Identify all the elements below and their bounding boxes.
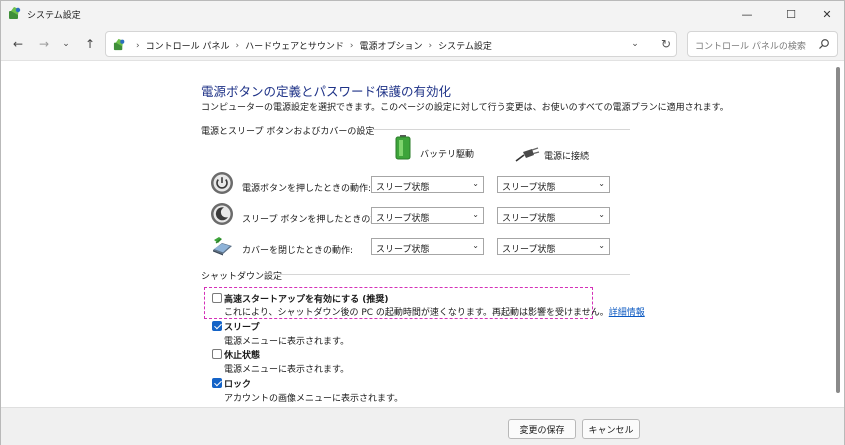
chevron-down-icon: ⌄: [598, 179, 605, 188]
search-input[interactable]: コントロール パネルの検索: [687, 31, 838, 57]
breadcrumb-separator[interactable]: ›: [235, 41, 239, 51]
chevron-down-icon: ⌄: [598, 241, 605, 250]
chevron-down-icon: ⌄: [472, 179, 479, 188]
power-icon: [211, 172, 233, 194]
power-button-battery-select[interactable]: スリープ状態 ⌄: [371, 176, 484, 193]
shutdown-section-heading: シャットダウン設定: [201, 272, 283, 282]
navigation-bar: ← → ⌄ ↑ › コントロール パネル › ハードウェアとサウンド › 電源オ…: [1, 27, 844, 61]
battery-icon: [395, 134, 411, 159]
breadcrumb-power-options[interactable]: 電源オプション: [360, 39, 423, 52]
footer-bar: 変更の保存 キャンセル: [1, 407, 844, 445]
select-value: スリープ状態: [502, 183, 556, 193]
sleep-button-plugged-select[interactable]: スリープ状態 ⌄: [497, 207, 610, 224]
breadcrumb: › コントロール パネル › ハードウェアとサウンド › 電源オプション › シ…: [130, 39, 492, 53]
lock-checkbox[interactable]: [212, 378, 222, 388]
fast-startup-desc-text: これにより、シャットダウン後の PC の起動時間が速くなります。再起動は影響を受…: [224, 308, 609, 318]
hibernate-option-description: 電源メニューに表示されます。: [224, 365, 350, 375]
select-value: スリープ状態: [502, 214, 556, 224]
chevron-down-icon: ⌄: [598, 210, 605, 219]
title-bar: システム設定 — ☐ ✕: [1, 1, 844, 27]
laptop-lid-icon: [213, 237, 232, 256]
sleep-option-description: 電源メニューに表示されます。: [224, 337, 350, 347]
power-button-action-label: 電源ボタンを押したときの動作:: [242, 184, 372, 194]
learn-more-link[interactable]: 詳細情報: [609, 308, 645, 318]
minimize-button[interactable]: —: [728, 1, 766, 27]
lid-close-battery-select[interactable]: スリープ状態 ⌄: [371, 238, 484, 255]
power-plug-icon: [515, 147, 540, 162]
breadcrumb-control-panel[interactable]: コントロール パネル: [146, 39, 230, 52]
sleep-icon: [211, 203, 233, 225]
select-value: スリープ状態: [502, 245, 556, 255]
control-panel-icon: [113, 38, 125, 51]
page-description: コンピューターの電源設定を選択できます。このページの設定に対して行う変更は、お使…: [201, 103, 729, 113]
save-changes-button[interactable]: 変更の保存: [508, 419, 576, 439]
fast-startup-description: これにより、シャットダウン後の PC の起動時間が速くなります。再起動は影響を受…: [224, 305, 645, 318]
lid-close-plugged-select[interactable]: スリープ状態 ⌄: [497, 238, 610, 255]
address-dropdown-icon[interactable]: ⌄: [628, 37, 642, 51]
vertical-scrollbar[interactable]: [836, 67, 840, 393]
plugged-in-column-label: 電源に接続: [544, 151, 590, 162]
refresh-icon[interactable]: ↻: [658, 36, 674, 52]
hibernate-checkbox[interactable]: [212, 349, 222, 359]
forward-button[interactable]: →: [35, 35, 53, 53]
battery-column-label: バッテリ駆動: [420, 150, 475, 160]
fast-startup-label[interactable]: 高速スタートアップを有効にする (推奨): [224, 292, 388, 305]
sleep-option-label[interactable]: スリープ: [224, 320, 259, 333]
up-button[interactable]: ↑: [81, 35, 99, 53]
power-buttons-section-heading: 電源とスリープ ボタンおよびカバーの設定: [201, 127, 375, 137]
lid-close-action-label: カバーを閉じたときの動作:: [242, 246, 354, 256]
page-title: 電源ボタンの定義とパスワード保護の有効化: [201, 84, 452, 99]
breadcrumb-hardware-sound[interactable]: ハードウェアとサウンド: [245, 39, 344, 52]
cancel-button[interactable]: キャンセル: [582, 419, 640, 439]
back-button[interactable]: ←: [9, 35, 27, 53]
window-title: システム設定: [27, 11, 81, 21]
search-placeholder: コントロール パネルの検索: [695, 42, 806, 52]
breadcrumb-system-settings[interactable]: システム設定: [438, 39, 492, 52]
control-panel-icon: [9, 7, 21, 19]
power-button-plugged-select[interactable]: スリープ状態 ⌄: [497, 176, 610, 193]
select-value: スリープ状態: [376, 214, 430, 224]
breadcrumb-separator[interactable]: ›: [350, 41, 354, 51]
search-icon[interactable]: [818, 38, 830, 50]
section-divider: [372, 129, 630, 130]
plugged-in-column-header: 電源に接続: [514, 147, 589, 163]
chevron-down-icon: ⌄: [472, 241, 479, 250]
select-value: スリープ状態: [376, 183, 430, 193]
chevron-down-icon: ⌄: [472, 210, 479, 219]
close-button[interactable]: ✕: [808, 1, 845, 27]
breadcrumb-separator[interactable]: ›: [429, 41, 433, 51]
sleep-checkbox[interactable]: [212, 321, 222, 331]
section-divider: [263, 274, 630, 275]
address-bar[interactable]: › コントロール パネル › ハードウェアとサウンド › 電源オプション › シ…: [105, 31, 677, 57]
lock-option-description: アカウントの画像メニューに表示されます。: [224, 394, 404, 404]
system-settings-window: システム設定 — ☐ ✕ ← → ⌄ ↑ › コントロール パネル › ハードウ…: [0, 0, 845, 445]
lock-option-label[interactable]: ロック: [224, 377, 251, 390]
content-area: [1, 62, 844, 406]
recent-locations-button[interactable]: ⌄: [57, 35, 75, 53]
maximize-button[interactable]: ☐: [772, 1, 810, 27]
breadcrumb-separator: ›: [136, 40, 140, 51]
fast-startup-checkbox[interactable]: [212, 293, 222, 303]
sleep-button-battery-select[interactable]: スリープ状態 ⌄: [371, 207, 484, 224]
select-value: スリープ状態: [376, 245, 430, 255]
battery-column-header: バッテリ駆動: [394, 134, 475, 160]
sleep-button-action-label: スリープ ボタンを押したときの動作:: [242, 215, 392, 225]
hibernate-option-label[interactable]: 休止状態: [224, 348, 260, 361]
